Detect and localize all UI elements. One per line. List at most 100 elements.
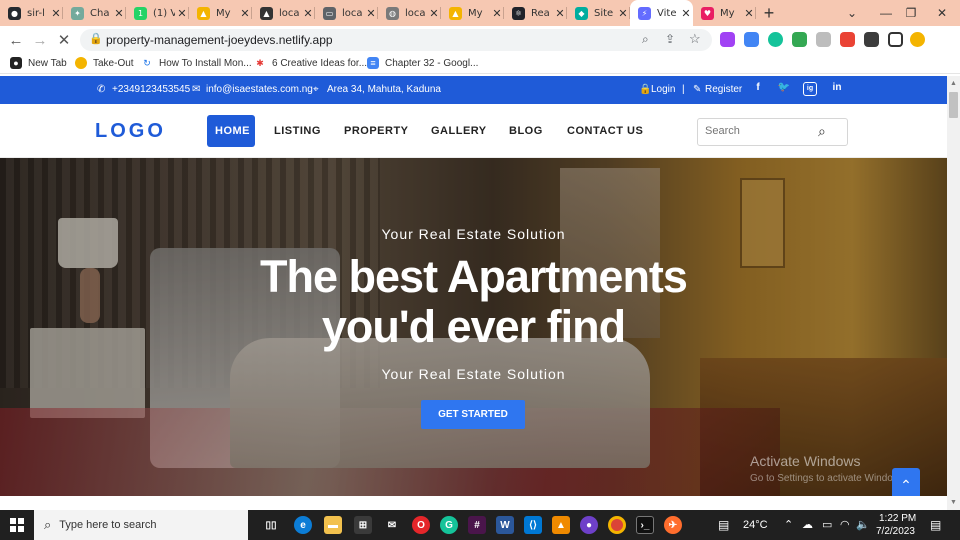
close-tab-icon[interactable]: ✕ [301, 7, 315, 20]
grammarly-icon[interactable]: G [440, 516, 458, 534]
instagram-icon[interactable]: ig [803, 82, 817, 96]
extension-icon[interactable] [840, 32, 855, 47]
chrome-icon[interactable] [608, 516, 626, 534]
facebook-icon[interactable]: f [751, 82, 765, 96]
bookmark-star-icon[interactable]: ☆ [689, 31, 701, 47]
close-tab-icon[interactable]: ✕ [49, 7, 63, 20]
close-window-button[interactable]: ✕ [925, 0, 959, 26]
battery-icon[interactable]: ▭ [822, 518, 832, 531]
nav-contact-us[interactable]: CONTACT US [559, 115, 651, 147]
notifications-icon[interactable]: ▤ [930, 518, 941, 532]
linkedin-icon[interactable]: in [830, 82, 844, 96]
browser-tab[interactable]: ◆ Site ✕ [567, 0, 630, 26]
taskbar-time[interactable]: 1:22 PM [879, 513, 916, 524]
nav-property[interactable]: PROPERTY [336, 115, 417, 147]
browser-tab[interactable]: ⚡ Vite ✕ [630, 0, 693, 26]
tab-search-chevron-icon[interactable]: ⌄ [835, 0, 869, 26]
browser-tab[interactable]: ▲ loca ✕ [252, 0, 315, 26]
topbar-email[interactable]: info@isaestates.com.ng [206, 84, 313, 95]
nav-home[interactable]: HOME [207, 115, 255, 147]
browser-tab[interactable]: ● sir-l ✕ [0, 0, 63, 26]
browser-tab[interactable]: ♥ My ✕ [693, 0, 756, 26]
opera-icon[interactable]: O [412, 516, 430, 534]
share-icon[interactable]: ⇪ [665, 32, 675, 46]
nav-blog[interactable]: BLOG [501, 115, 551, 147]
browser-tab[interactable]: ✦ Cha ✕ [63, 0, 126, 26]
browser-tab[interactable]: 1 (1) V ✕ [126, 0, 189, 26]
forward-button[interactable]: → [30, 30, 50, 50]
maximize-button[interactable]: ❐ [894, 0, 928, 26]
register-link[interactable]: Register [705, 84, 742, 95]
extension-icon[interactable] [720, 32, 735, 47]
back-button[interactable]: ← [6, 30, 26, 50]
close-tab-icon[interactable]: ✕ [238, 7, 252, 20]
browser-tab[interactable]: ▲ My ✕ [441, 0, 504, 26]
zoom-icon[interactable]: ⌕ [642, 32, 649, 47]
weather-icon[interactable]: ▤ [718, 518, 729, 532]
github-desktop-icon[interactable]: ● [580, 516, 598, 534]
extension-icon[interactable] [816, 32, 831, 47]
scroll-up-arrow-icon[interactable]: ▲ [950, 80, 957, 87]
scrollbar-thumb[interactable] [949, 92, 958, 118]
browser-tab[interactable]: ▭ loca ✕ [315, 0, 378, 26]
grammarly-icon[interactable] [768, 32, 783, 47]
file-explorer-icon[interactable]: ▬ [324, 516, 342, 534]
get-started-button[interactable]: GET STARTED [421, 400, 525, 429]
browser-tab[interactable]: ▲ My ✕ [189, 0, 252, 26]
close-tab-icon[interactable]: ✕ [553, 7, 567, 20]
close-tab-icon[interactable]: ✕ [364, 7, 378, 20]
taskbar-search-box[interactable]: ⌕ Type here to search [34, 510, 248, 540]
close-tab-icon[interactable]: ✕ [427, 7, 441, 20]
page-scrollbar[interactable]: ▲ ▼ [947, 76, 960, 510]
profile-avatar[interactable] [910, 32, 925, 47]
nav-gallery[interactable]: GALLERY [423, 115, 495, 147]
show-hidden-icons-chevron-icon[interactable]: ⌃ [784, 518, 793, 531]
browser-tab[interactable]: ⚛ Rea ✕ [504, 0, 567, 26]
close-tab-icon[interactable]: ✕ [112, 7, 126, 20]
bookmark-creative-ideas[interactable]: ✱ 6 Creative Ideas for... [254, 57, 367, 69]
close-tab-icon[interactable]: ✕ [742, 7, 756, 20]
close-tab-icon[interactable]: ✕ [616, 7, 630, 20]
word-icon[interactable]: W [496, 516, 514, 534]
topbar-phone[interactable]: +2349123453545 [112, 84, 190, 95]
sidebar-icon[interactable] [888, 32, 903, 47]
terminal-icon[interactable]: ›_ [636, 516, 654, 534]
onedrive-icon[interactable]: ☁ [802, 518, 813, 531]
stop-loading-button[interactable]: ✕ [54, 30, 74, 50]
mail-icon[interactable]: ✉ [383, 516, 401, 534]
postman-icon[interactable]: ✈ [664, 516, 682, 534]
windows-start-button[interactable] [0, 510, 34, 540]
extension-icon[interactable] [744, 32, 759, 47]
scroll-to-top-button[interactable]: ⌃ [892, 468, 920, 496]
extensions-puzzle-icon[interactable] [864, 32, 879, 47]
login-link[interactable]: Login [651, 84, 675, 95]
bookmark-chapter-32[interactable]: ≡ Chapter 32 - Googl... [367, 57, 478, 69]
bookmark-new-tab[interactable]: ● New Tab [10, 57, 67, 69]
slack-icon[interactable]: # [468, 516, 486, 534]
vlc-icon[interactable]: ▲ [552, 516, 570, 534]
wifi-icon[interactable]: ◠ [840, 518, 850, 531]
edge-icon[interactable]: e [294, 516, 312, 534]
new-tab-button[interactable]: + [756, 0, 782, 26]
volume-icon[interactable]: 🔈 [856, 518, 870, 531]
search-input[interactable] [705, 125, 815, 137]
extension-icon[interactable] [792, 32, 807, 47]
close-tab-icon[interactable]: ✕ [679, 7, 693, 20]
bookmark-take-out[interactable]: Take-Out [75, 57, 134, 69]
url-text: property-management-joeydevs.netlify.app [106, 33, 333, 47]
search-icon[interactable]: ⌕ [818, 123, 826, 140]
nav-listing[interactable]: LISTING [266, 115, 329, 147]
browser-tab[interactable]: ◍ loca ✕ [378, 0, 441, 26]
close-tab-icon[interactable]: ✕ [490, 7, 504, 20]
scroll-down-arrow-icon[interactable]: ▼ [950, 499, 957, 506]
task-view-icon[interactable]: ▯▯ [262, 516, 280, 534]
twitter-icon[interactable]: 🐦 [777, 82, 791, 96]
close-tab-icon[interactable]: ✕ [175, 7, 189, 20]
address-bar[interactable]: 🔒 property-management-joeydevs.netlify.a… [80, 29, 712, 51]
vscode-icon[interactable]: ⟨⟩ [524, 516, 542, 534]
taskbar-weather[interactable]: 24°C [743, 519, 768, 531]
bookmark-how-to-install[interactable]: ↻ How To Install Mon... [141, 57, 251, 69]
store-icon[interactable]: ⊞ [354, 516, 372, 534]
taskbar-date[interactable]: 7/2/2023 [876, 526, 915, 537]
site-logo[interactable]: LOGO [95, 120, 166, 143]
